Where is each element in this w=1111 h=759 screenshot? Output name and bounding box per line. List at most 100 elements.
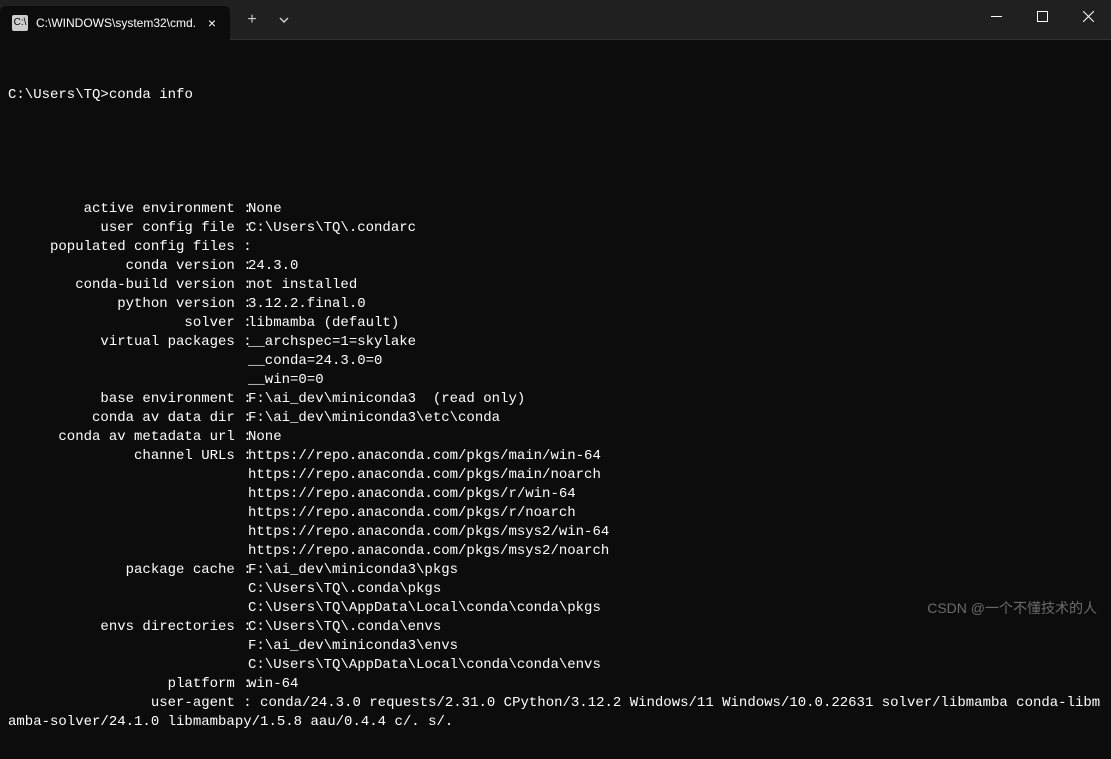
info-row: C:\Users\TQ\.conda\pkgs bbox=[8, 580, 1103, 599]
cmd-icon: C:\ bbox=[12, 15, 28, 31]
tabs-area: C:\ C:\WINDOWS\system32\cmd. × + bbox=[0, 0, 300, 39]
tab-cmd[interactable]: C:\ C:\WINDOWS\system32\cmd. × bbox=[0, 6, 230, 40]
titlebar: C:\ C:\WINDOWS\system32\cmd. × + bbox=[0, 0, 1111, 40]
info-label: channel URLs : bbox=[8, 447, 240, 466]
info-label bbox=[8, 485, 240, 504]
info-label: python version : bbox=[8, 295, 240, 314]
info-row: conda av metadata url :None bbox=[8, 428, 1103, 447]
info-value: F:\ai_dev\miniconda3\pkgs bbox=[240, 561, 458, 580]
info-label: virtual packages : bbox=[8, 333, 240, 352]
info-value: F:\ai_dev\miniconda3\etc\conda bbox=[240, 409, 500, 428]
info-value: F:\ai_dev\miniconda3\envs bbox=[240, 637, 458, 656]
close-icon bbox=[1083, 11, 1094, 22]
info-label bbox=[8, 466, 240, 485]
info-row: envs directories :C:\Users\TQ\.conda\env… bbox=[8, 618, 1103, 637]
info-row: virtual packages :__archspec=1=skylake bbox=[8, 333, 1103, 352]
info-row: https://repo.anaconda.com/pkgs/main/noar… bbox=[8, 466, 1103, 485]
info-label bbox=[8, 371, 240, 390]
info-value: not installed bbox=[240, 276, 357, 295]
info-row: solver :libmamba (default) bbox=[8, 314, 1103, 333]
info-row: populated config files : bbox=[8, 238, 1103, 257]
info-value: __archspec=1=skylake bbox=[240, 333, 416, 352]
info-label: package cache : bbox=[8, 561, 240, 580]
tab-title: C:\WINDOWS\system32\cmd. bbox=[36, 16, 196, 30]
info-row: user config file :C:\Users\TQ\.condarc bbox=[8, 219, 1103, 238]
info-value: C:\Users\TQ\AppData\Local\conda\conda\en… bbox=[240, 656, 601, 675]
info-value: https://repo.anaconda.com/pkgs/msys2/win… bbox=[240, 523, 609, 542]
info-value: C:\Users\TQ\AppData\Local\conda\conda\pk… bbox=[240, 599, 601, 618]
info-row: channel URLs :https://repo.anaconda.com/… bbox=[8, 447, 1103, 466]
info-row: user-agent : conda/24.3.0 requests/2.31.… bbox=[8, 694, 1103, 732]
info-label: base environment : bbox=[8, 390, 240, 409]
info-value: https://repo.anaconda.com/pkgs/r/noarch bbox=[240, 504, 576, 523]
info-label: solver : bbox=[8, 314, 240, 333]
info-row: python version :3.12.2.final.0 bbox=[8, 295, 1103, 314]
info-label: populated config files : bbox=[8, 238, 240, 257]
info-label: platform : bbox=[8, 675, 240, 694]
maximize-button[interactable] bbox=[1019, 0, 1065, 32]
info-value: C:\Users\TQ\.conda\envs bbox=[240, 618, 441, 637]
info-row: __conda=24.3.0=0 bbox=[8, 352, 1103, 371]
info-label: conda av metadata url : bbox=[8, 428, 240, 447]
window-controls bbox=[973, 0, 1111, 39]
maximize-icon bbox=[1037, 11, 1048, 22]
info-row: __win=0=0 bbox=[8, 371, 1103, 390]
prompt: C:\Users\TQ> bbox=[8, 87, 109, 103]
info-row: package cache :F:\ai_dev\miniconda3\pkgs bbox=[8, 561, 1103, 580]
close-button[interactable] bbox=[1065, 0, 1111, 32]
info-value: None bbox=[240, 428, 282, 447]
info-label bbox=[8, 599, 240, 618]
conda-info-output: active environment :None user config fil… bbox=[8, 200, 1103, 732]
info-row: conda-build version :not installed bbox=[8, 276, 1103, 295]
info-value: win-64 bbox=[240, 675, 298, 694]
info-label: envs directories : bbox=[8, 618, 240, 637]
info-row: https://repo.anaconda.com/pkgs/msys2/noa… bbox=[8, 542, 1103, 561]
info-label: active environment : bbox=[8, 200, 240, 219]
info-value: https://repo.anaconda.com/pkgs/main/noar… bbox=[240, 466, 601, 485]
info-label: conda version : bbox=[8, 257, 240, 276]
info-value: __conda=24.3.0=0 bbox=[240, 352, 382, 371]
command: conda info bbox=[109, 87, 193, 103]
info-row: base environment :F:\ai_dev\miniconda3 (… bbox=[8, 390, 1103, 409]
info-label: conda-build version : bbox=[8, 276, 240, 295]
prompt-line: C:\Users\TQ>conda info bbox=[8, 86, 1103, 105]
info-row: conda av data dir :F:\ai_dev\miniconda3\… bbox=[8, 409, 1103, 428]
info-row: https://repo.anaconda.com/pkgs/r/noarch bbox=[8, 504, 1103, 523]
info-value: https://repo.anaconda.com/pkgs/main/win-… bbox=[240, 447, 601, 466]
info-value: __win=0=0 bbox=[240, 371, 324, 390]
chevron-down-icon bbox=[279, 17, 289, 23]
info-label bbox=[8, 542, 240, 561]
info-row: platform :win-64 bbox=[8, 675, 1103, 694]
info-value: C:\Users\TQ\.condarc bbox=[240, 219, 416, 238]
info-label bbox=[8, 352, 240, 371]
info-label: user config file : bbox=[8, 219, 240, 238]
info-value bbox=[240, 238, 248, 257]
info-value: https://repo.anaconda.com/pkgs/r/win-64 bbox=[240, 485, 576, 504]
info-value: C:\Users\TQ\.conda\pkgs bbox=[240, 580, 441, 599]
minimize-icon bbox=[991, 16, 1002, 17]
info-value: 24.3.0 bbox=[240, 257, 298, 276]
info-label: conda av data dir : bbox=[8, 409, 240, 428]
info-label bbox=[8, 656, 240, 675]
info-value: None bbox=[240, 200, 282, 219]
info-row: C:\Users\TQ\AppData\Local\conda\conda\en… bbox=[8, 656, 1103, 675]
info-label bbox=[8, 523, 240, 542]
minimize-button[interactable] bbox=[973, 0, 1019, 32]
new-tab-button[interactable]: + bbox=[236, 4, 268, 36]
info-label bbox=[8, 580, 240, 599]
tab-close-button[interactable]: × bbox=[204, 15, 220, 31]
terminal-output[interactable]: C:\Users\TQ>conda info active environmen… bbox=[0, 40, 1111, 759]
info-value: F:\ai_dev\miniconda3 (read only) bbox=[240, 390, 525, 409]
tab-dropdown-button[interactable] bbox=[268, 4, 300, 36]
watermark: CSDN @一个不懂技术的人 bbox=[927, 598, 1097, 618]
info-label bbox=[8, 504, 240, 523]
info-row: active environment :None bbox=[8, 200, 1103, 219]
info-label bbox=[8, 637, 240, 656]
info-row: conda version :24.3.0 bbox=[8, 257, 1103, 276]
info-row: https://repo.anaconda.com/pkgs/r/win-64 bbox=[8, 485, 1103, 504]
info-value: 3.12.2.final.0 bbox=[240, 295, 366, 314]
info-row: F:\ai_dev\miniconda3\envs bbox=[8, 637, 1103, 656]
info-value: libmamba (default) bbox=[240, 314, 399, 333]
info-row: https://repo.anaconda.com/pkgs/msys2/win… bbox=[8, 523, 1103, 542]
info-value: https://repo.anaconda.com/pkgs/msys2/noa… bbox=[240, 542, 609, 561]
